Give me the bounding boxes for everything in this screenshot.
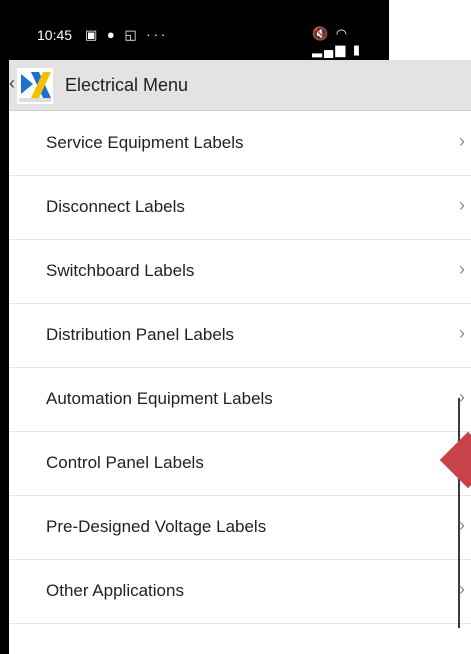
system-status-icons: 🔇 ◠ ▂▄▆ ▮: [312, 26, 362, 57]
chevron-right-icon: ›: [459, 259, 465, 279]
menu-item-service-equipment-labels[interactable]: Service Equipment Labels ›: [9, 112, 471, 176]
chevron-right-icon: ›: [459, 323, 465, 343]
menu-list: Service Equipment Labels › Disconnect La…: [9, 112, 471, 624]
menu-item-label: Switchboard Labels: [46, 261, 195, 280]
menu-item-automation-equipment-labels[interactable]: Automation Equipment Labels ›: [9, 368, 471, 432]
menu-item-label: Service Equipment Labels: [46, 133, 244, 152]
chevron-right-icon: ›: [459, 131, 465, 151]
notification-icons: ▣ ● ◱ ···: [85, 27, 169, 42]
status-bar: 10:45 ▣ ● ◱ ··· 🔇 ◠ ▂▄▆ ▮: [9, 0, 389, 60]
menu-item-label: Distribution Panel Labels: [46, 325, 235, 344]
menu-item-label: Pre-Designed Voltage Labels: [46, 517, 267, 536]
status-bar-right-area: [389, 0, 471, 60]
menu-item-control-panel-labels[interactable]: Control Panel Labels: [9, 432, 471, 496]
dx-electrical-logo[interactable]: [17, 68, 53, 104]
screen: 10:45 ▣ ● ◱ ··· 🔇 ◠ ▂▄▆ ▮ ‹ Electrical M…: [0, 0, 471, 654]
chevron-left-icon[interactable]: ‹: [9, 73, 15, 94]
page-title: Electrical Menu: [65, 75, 189, 95]
menu-item-disconnect-labels[interactable]: Disconnect Labels ›: [9, 176, 471, 240]
menu-item-label: Disconnect Labels: [46, 197, 185, 216]
menu-item-distribution-panel-labels[interactable]: Distribution Panel Labels ›: [9, 304, 471, 368]
app-bar: ‹ Electrical Menu: [9, 60, 471, 111]
menu-item-other-applications[interactable]: Other Applications ›: [9, 560, 471, 624]
menu-item-label: Other Applications: [46, 581, 184, 600]
menu-item-switchboard-labels[interactable]: Switchboard Labels ›: [9, 240, 471, 304]
menu-item-label: Control Panel Labels: [46, 453, 204, 472]
screen-edge: [0, 0, 9, 654]
status-time: 10:45: [37, 27, 73, 43]
menu-item-label: Automation Equipment Labels: [46, 389, 273, 408]
menu-item-pre-designed-voltage-labels[interactable]: Pre-Designed Voltage Labels ›: [9, 496, 471, 560]
chevron-right-icon: ›: [459, 195, 465, 215]
overlay-divider-line: [458, 398, 460, 628]
